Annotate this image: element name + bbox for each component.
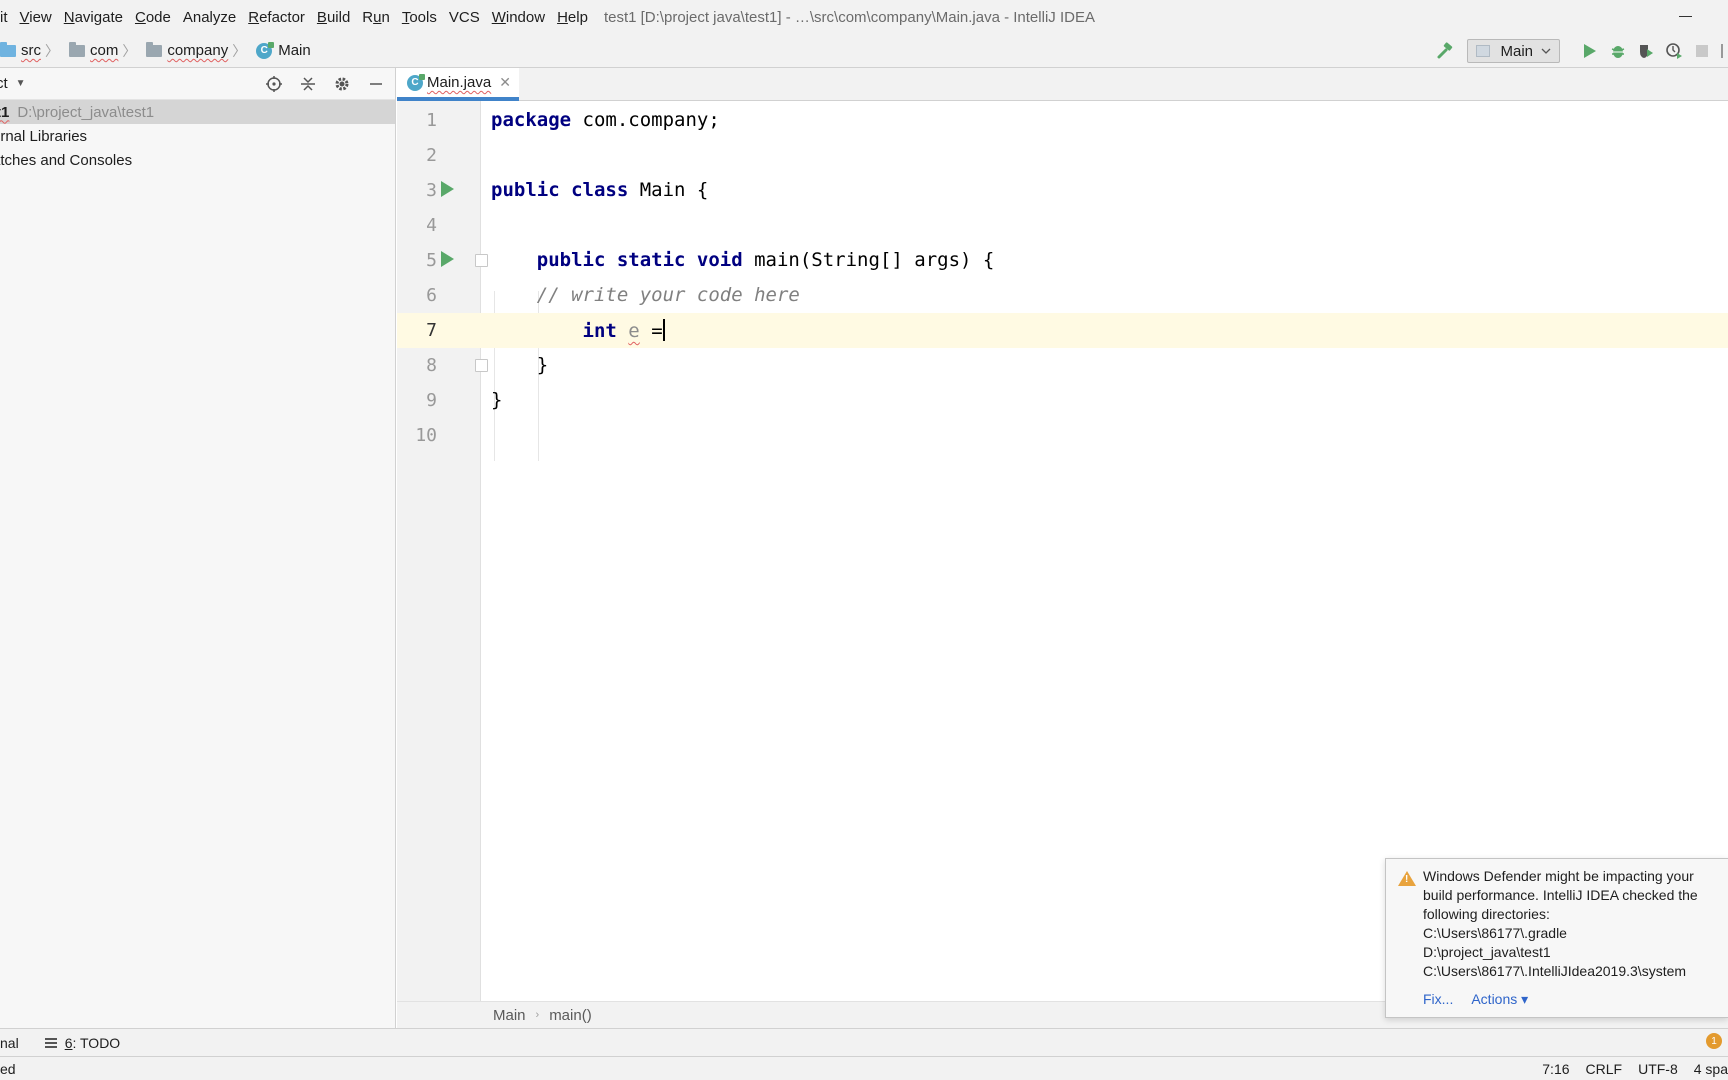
- minimize-window-button[interactable]: [1679, 16, 1692, 17]
- run-gutter-icon[interactable]: [441, 251, 454, 267]
- run-configuration-select[interactable]: Main: [1467, 39, 1560, 63]
- build-hammer-icon[interactable]: [1435, 41, 1455, 61]
- crosshair-icon: [266, 76, 282, 92]
- nav-crumb-company[interactable]: company: [138, 41, 228, 59]
- notification-message: Windows Defender might be impacting your…: [1423, 868, 1698, 979]
- project-panel-header: ct ▼: [0, 68, 395, 100]
- code-line-1: 1 package com.company;: [426, 109, 720, 131]
- bug-icon: [1611, 46, 1625, 58]
- chevron-right-icon: 〉: [232, 42, 247, 59]
- project-tool-window: ct ▼ t1 D:\project_java\test1 ernal Libr…: [0, 68, 396, 1028]
- project-panel-tools: [253, 72, 389, 96]
- tool-window-bar: nal 6: TODO 1: [0, 1028, 1728, 1056]
- fold-toggle-icon[interactable]: [475, 254, 488, 267]
- tab-main-java[interactable]: C Main.java ✕: [397, 68, 519, 101]
- navigation-bar: src 〉 com 〉 company 〉 C Main Main: [0, 34, 1728, 68]
- java-class-icon: C: [256, 41, 275, 59]
- indent-widget[interactable]: 4 spa: [1694, 1061, 1728, 1077]
- code-line-2: 2: [426, 145, 437, 166]
- menu-window[interactable]: Window: [486, 9, 551, 26]
- menu-refactor[interactable]: Refactor: [242, 9, 311, 26]
- code-line-10: 10: [415, 425, 437, 446]
- code-line-6: 6 // write your code here: [426, 284, 800, 306]
- profiler-icon: [1666, 43, 1682, 59]
- run-gutter-icon[interactable]: [441, 181, 454, 197]
- tree-item-external-libraries[interactable]: ernal Libraries: [0, 124, 395, 148]
- close-icon[interactable]: ✕: [499, 74, 511, 91]
- menu-build[interactable]: Build: [311, 9, 356, 26]
- todo-tool-button[interactable]: 6: TODO: [44, 1035, 120, 1051]
- nav-crumb-com[interactable]: com: [61, 41, 118, 59]
- minimize-icon: [370, 83, 382, 85]
- code-line-3: 3 public class Main {: [426, 179, 709, 201]
- run-with-coverage-button[interactable]: [1632, 39, 1660, 63]
- status-bar: ed 7:16 CRLF UTF-8 4 spa: [0, 1056, 1728, 1080]
- list-icon: [44, 1037, 57, 1048]
- window-title: test1 [D:\project java\test1] - …\src\co…: [603, 8, 1095, 26]
- status-widgets: 7:16 CRLF UTF-8 4 spa: [1526, 1057, 1728, 1080]
- toolbar-overflow-edge: [1716, 39, 1728, 63]
- nav-crumb-main[interactable]: C Main: [248, 41, 311, 59]
- event-log-badge[interactable]: 1: [1706, 1033, 1722, 1049]
- tree-item-project-root[interactable]: t1 D:\project_java\test1: [0, 100, 395, 124]
- line-separator-widget[interactable]: CRLF: [1586, 1061, 1623, 1077]
- chevron-down-icon: [1541, 46, 1551, 57]
- gear-icon: [335, 77, 349, 91]
- chevron-right-icon: 〉: [122, 42, 137, 59]
- menu-edit[interactable]: it: [0, 9, 14, 26]
- menu-tools[interactable]: Tools: [396, 9, 443, 26]
- panel-settings-button[interactable]: [329, 72, 355, 96]
- encoding-widget[interactable]: UTF-8: [1638, 1061, 1678, 1077]
- fix-link[interactable]: Fix...: [1423, 991, 1453, 1008]
- notification-balloon: Windows Defender might be impacting your…: [1385, 858, 1728, 1018]
- terminal-tool-button[interactable]: nal: [0, 1035, 19, 1051]
- code-line-9: 9 }: [426, 389, 503, 411]
- code-line-8: 8 }: [426, 354, 549, 376]
- triangle-down-icon[interactable]: ▼: [16, 78, 26, 89]
- stop-icon: [1696, 45, 1708, 57]
- application-config-icon: [1476, 45, 1491, 57]
- run-button[interactable]: [1576, 39, 1604, 63]
- warning-icon: [1398, 871, 1416, 886]
- menu-bar: it View Navigate Code Analyze Refactor B…: [0, 0, 1728, 34]
- chevron-right-icon: ›: [535, 1009, 540, 1021]
- profile-button[interactable]: [1660, 39, 1688, 63]
- menu-vcs[interactable]: VCS: [443, 9, 486, 26]
- fold-toggle-icon[interactable]: [475, 359, 488, 372]
- menu-view[interactable]: View: [14, 9, 58, 26]
- tree-item-scratches[interactable]: atches and Consoles: [0, 148, 395, 172]
- menu-run[interactable]: Run: [356, 9, 396, 26]
- main-toolbar: Main: [1435, 34, 1728, 68]
- locate-file-button[interactable]: [261, 72, 287, 96]
- code-line-4: 4: [426, 215, 437, 236]
- menu-analyze[interactable]: Analyze: [177, 9, 242, 26]
- code-line-5: 5 public static void main(String[] args)…: [426, 249, 995, 271]
- actions-dropdown[interactable]: Actions ▾: [1471, 991, 1528, 1008]
- package-folder-icon: [146, 41, 163, 57]
- caret-position[interactable]: 7:16: [1542, 1061, 1569, 1077]
- nav-crumb-src[interactable]: src: [0, 41, 41, 59]
- coverage-icon: [1640, 45, 1653, 58]
- debug-button[interactable]: [1604, 39, 1632, 63]
- menu-help[interactable]: Help: [551, 9, 594, 26]
- collapse-all-icon: [301, 77, 315, 91]
- text-caret: [662, 319, 665, 341]
- breadcrumb-class[interactable]: Main: [493, 1007, 526, 1024]
- run-icon: [1584, 44, 1596, 58]
- notification-actions: Fix... Actions ▾: [1423, 991, 1546, 1008]
- collapse-all-button[interactable]: [295, 72, 321, 96]
- breadcrumb-method[interactable]: main(): [549, 1007, 592, 1024]
- hide-panel-button[interactable]: [363, 72, 389, 96]
- source-folder-icon: [0, 41, 16, 57]
- package-folder-icon: [69, 41, 85, 57]
- project-view-selector[interactable]: ct: [0, 75, 8, 92]
- menu-code[interactable]: Code: [129, 9, 177, 26]
- menu-navigate[interactable]: Navigate: [58, 9, 129, 26]
- status-message: ed: [0, 1060, 16, 1077]
- stop-button[interactable]: [1688, 39, 1716, 63]
- code-line-7-current: 7 int e =: [397, 313, 1728, 348]
- editor-tab-bar: C Main.java ✕: [397, 68, 1728, 101]
- chevron-right-icon: 〉: [45, 42, 59, 59]
- java-class-icon: C: [407, 73, 425, 91]
